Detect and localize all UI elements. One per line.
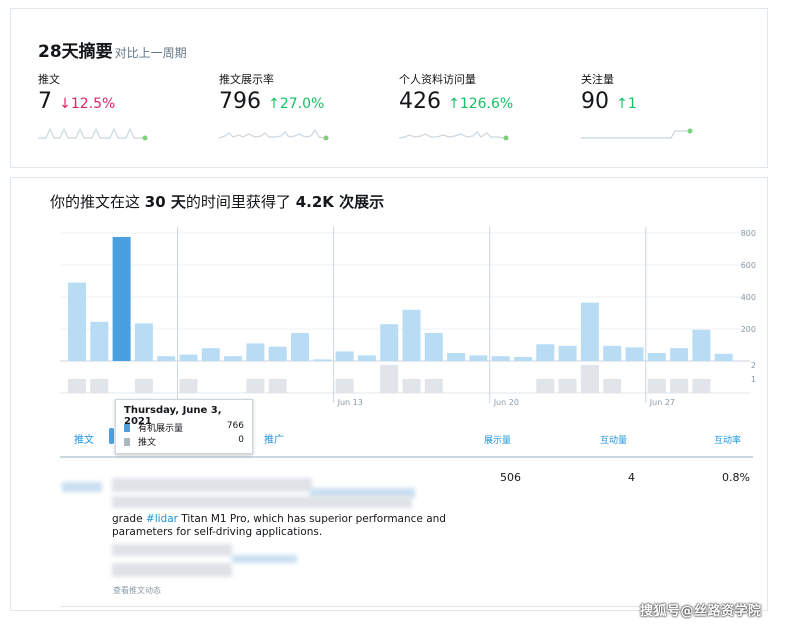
column-header-impressions[interactable]: 展示量	[484, 433, 511, 446]
bar-impressions	[357, 355, 376, 361]
bar-impressions	[580, 302, 599, 361]
blurred-text	[112, 563, 232, 577]
bar-tweets	[670, 379, 689, 393]
column-header-engagements[interactable]: 互动量	[600, 433, 627, 446]
bar-impressions	[491, 356, 510, 361]
bar-tweets	[424, 379, 443, 393]
bar-impressions	[558, 345, 577, 361]
bar-impressions	[112, 237, 131, 361]
bar-impressions	[201, 348, 220, 361]
bar-tweets	[68, 379, 86, 393]
legend-swatch-impressions	[124, 424, 130, 432]
tab-divider	[60, 456, 753, 458]
y-tick-label: 400	[741, 293, 756, 302]
bar-tweets	[380, 365, 399, 393]
bar-impressions	[424, 333, 443, 361]
blurred-text	[232, 555, 297, 563]
bar-impressions	[402, 309, 421, 361]
blurred-text	[112, 496, 412, 508]
bar-tweets	[558, 379, 577, 393]
bar-impressions	[603, 345, 622, 361]
x-tick-label: Jun 20	[493, 398, 519, 407]
blurred-text	[112, 544, 232, 556]
bar-impressions	[692, 329, 711, 361]
bar-impressions	[291, 333, 309, 361]
tweet-text[interactable]: grade #lidar Titan M1 Pro, which has sup…	[112, 513, 452, 539]
bar-impressions	[625, 347, 644, 361]
bar-impressions	[224, 356, 243, 361]
bar-tweets	[246, 379, 265, 393]
bar-impressions	[335, 351, 354, 361]
bar-tweets	[692, 379, 711, 393]
y-tick-label: 600	[741, 261, 756, 270]
bar-impressions	[134, 323, 153, 361]
y2-tick-label: 2	[751, 361, 756, 370]
bar-impressions	[68, 282, 86, 361]
bar-tweets	[90, 379, 109, 393]
bar-impressions	[313, 359, 332, 361]
y2-tick-label: 1	[751, 375, 756, 384]
column-header-engagement-rate[interactable]: 互动率	[714, 433, 741, 446]
bar-impressions	[670, 348, 689, 361]
blurred-text	[62, 482, 102, 492]
y-tick-label: 200	[741, 325, 756, 334]
bar-impressions	[714, 353, 733, 361]
tab-active-indicator	[109, 428, 114, 444]
legend-swatch-tweets	[124, 438, 130, 446]
bar-tweets	[647, 379, 666, 393]
bar-impressions	[514, 357, 532, 361]
bar-impressions	[380, 324, 399, 361]
y-tick-label: 800	[741, 229, 756, 238]
chart-tooltip: Thursday, June 3, 2021 有机展示量 766 推文 0	[115, 399, 253, 454]
tab-promoted[interactable]: 推广	[264, 431, 284, 446]
bar-tweets	[536, 379, 555, 393]
tab-tweets[interactable]: 推文	[74, 431, 94, 446]
bar-impressions	[246, 343, 265, 361]
bar-tweets	[580, 365, 599, 393]
hashtag-link[interactable]: #lidar	[146, 513, 178, 525]
bar-impressions	[647, 353, 666, 361]
bar-tweets	[402, 379, 421, 393]
bar-tweets	[603, 379, 622, 393]
bar-impressions	[469, 355, 488, 361]
x-tick-label: Jun 13	[337, 398, 363, 407]
row-impressions: 506	[500, 471, 521, 484]
watermark: 搜狐号@丝路资学院	[640, 604, 762, 619]
tooltip-row-impressions: 有机展示量 766	[124, 421, 244, 434]
row-engagement-rate: 0.8%	[722, 471, 750, 484]
tooltip-row-tweets: 推文 0	[124, 435, 244, 448]
bar-impressions	[90, 321, 109, 361]
x-tick-label: Jun 27	[649, 398, 675, 407]
bar-tweets	[268, 379, 287, 393]
view-tweet-activity-link[interactable]: 查看推文动态	[113, 585, 161, 596]
bar-impressions	[268, 346, 287, 361]
blurred-text	[112, 478, 312, 492]
bar-impressions	[447, 353, 466, 361]
bar-impressions	[157, 356, 176, 361]
bar-tweets	[179, 379, 198, 393]
bar-impressions	[179, 354, 198, 361]
bar-impressions	[536, 344, 555, 361]
bar-tweets	[134, 379, 153, 393]
row-engagements: 4	[628, 471, 635, 484]
bar-tweets	[335, 379, 354, 393]
